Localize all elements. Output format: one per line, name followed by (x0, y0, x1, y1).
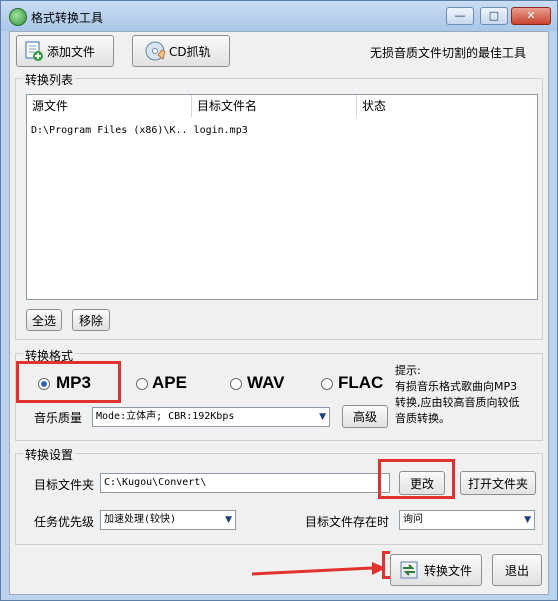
convert-button[interactable]: 转换文件 (390, 554, 482, 586)
format-flac-label: FLAC (338, 373, 384, 392)
advanced-button[interactable]: 高级 (342, 405, 388, 428)
chevron-down-icon: ▼ (225, 515, 232, 525)
format-wav-label: WAV (247, 373, 285, 392)
cd-rip-label: CD抓轨 (169, 44, 211, 59)
exit-button[interactable]: 退出 (492, 554, 542, 586)
row-target: login.mp3 (193, 125, 248, 136)
add-file-icon (25, 41, 43, 61)
chevron-down-icon: ▼ (319, 412, 326, 422)
remove-button[interactable]: 移除 (72, 309, 110, 331)
quality-value: Mode:立体声; CBR:192Kbps (96, 411, 235, 422)
quality-select[interactable]: Mode:立体声; CBR:192Kbps ▼ (92, 407, 330, 427)
priority-select[interactable]: 加速处理(较快) ▼ (100, 510, 236, 530)
target-folder-input[interactable]: C:\Kugou\Convert\ (100, 473, 390, 493)
maximize-button[interactable]: □ (480, 7, 508, 25)
convert-label: 转换文件 (423, 563, 472, 578)
file-exists-select[interactable]: 询问 ▼ (399, 510, 535, 530)
window-title: 格式转换工具 (31, 11, 104, 25)
radio-flac[interactable] (321, 378, 333, 390)
quality-label: 音乐质量 (34, 411, 83, 425)
column-target[interactable]: 目标文件名 (192, 95, 357, 117)
target-folder-value: C:\Kugou\Convert\ (104, 477, 207, 488)
file-list[interactable]: 源文件 目标文件名 状态 D:\Program Files (x86)\K.. l… (26, 94, 538, 300)
row-source: D:\Program Files (x86)\K.. (31, 125, 188, 136)
column-status[interactable]: 状态 (357, 95, 537, 117)
file-exists-value: 询问 (403, 514, 423, 525)
app-icon (9, 8, 27, 26)
convert-icon (400, 561, 418, 579)
title-bar[interactable]: 格式转换工具 — □ ✕ (1, 1, 557, 31)
highlight-change-box (378, 459, 455, 499)
file-exists-label: 目标文件存在时 (305, 515, 390, 529)
open-folder-button[interactable]: 打开文件夹 (460, 471, 536, 495)
minimize-button[interactable]: — (446, 7, 474, 25)
target-folder-label: 目标文件夹 (34, 478, 95, 492)
format-ape-label: APE (152, 373, 187, 392)
chevron-down-icon: ▼ (524, 515, 531, 525)
table-row[interactable]: D:\Program Files (x86)\K.. login.mp3 (31, 125, 248, 136)
cd-rip-button[interactable]: CD抓轨 (132, 35, 230, 67)
pointer-arrow-icon (251, 562, 386, 576)
highlight-mp3-box (16, 361, 121, 403)
tip-text: 提示: 有损音乐格式歌曲向MP3 转换,应由较高音质向较低 音质转换。 (395, 364, 520, 425)
priority-label: 任务优先级 (34, 515, 95, 529)
main-panel: 添加文件 CD抓轨 无损音质文件切割的最佳工具 转换列表 源文件 目标文件名 状… (9, 31, 549, 595)
app-window: 格式转换工具 — □ ✕ 添加文件 CD抓轨 无损音质文件切割的最佳工具 转换列… (0, 0, 558, 601)
column-source[interactable]: 源文件 (27, 95, 192, 117)
settings-group (15, 453, 543, 545)
select-all-button[interactable]: 全选 (26, 309, 62, 331)
radio-wav[interactable] (230, 378, 242, 390)
convert-list-label: 转换列表 (23, 71, 76, 88)
add-file-button[interactable]: 添加文件 (16, 35, 114, 67)
slogan-text: 无损音质文件切割的最佳工具 (370, 46, 527, 60)
radio-ape[interactable] (136, 378, 148, 390)
close-button[interactable]: ✕ (511, 7, 551, 25)
settings-label: 转换设置 (23, 446, 76, 463)
add-file-label: 添加文件 (47, 44, 96, 59)
priority-value: 加速处理(较快) (104, 514, 177, 525)
cd-icon (145, 41, 166, 61)
